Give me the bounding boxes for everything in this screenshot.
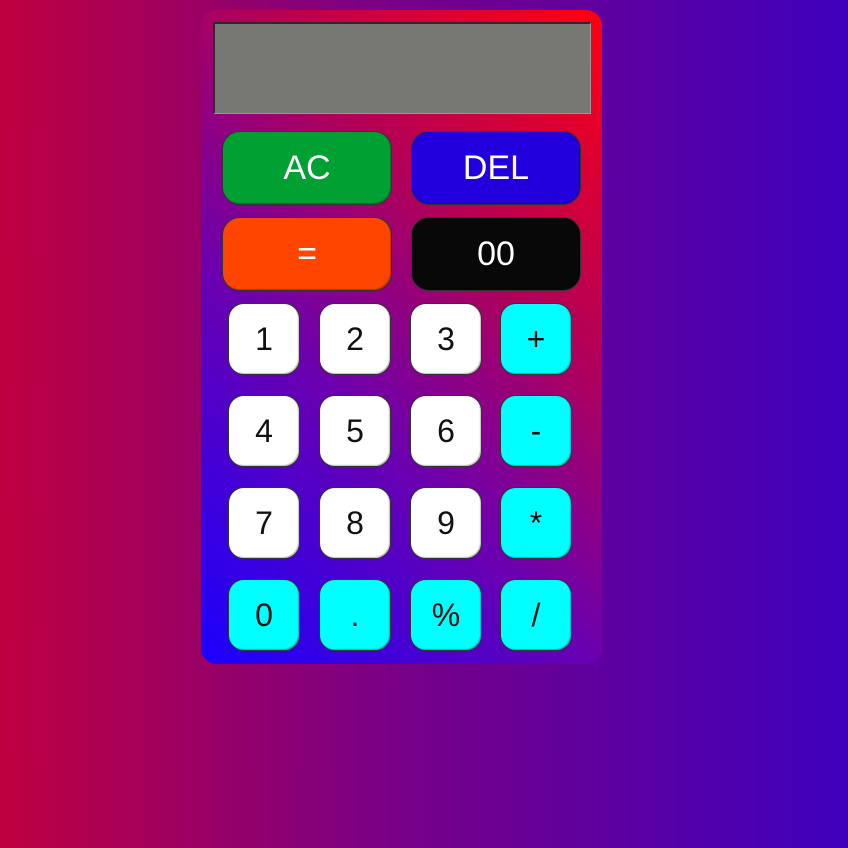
key-6[interactable]: 6 xyxy=(410,395,482,467)
key-7[interactable]: 7 xyxy=(228,487,300,559)
key-3[interactable]: 3 xyxy=(410,303,482,375)
key-2[interactable]: 2 xyxy=(319,303,391,375)
key-8[interactable]: 8 xyxy=(319,487,391,559)
key-plus[interactable]: + xyxy=(500,303,572,375)
key-4[interactable]: 4 xyxy=(228,395,300,467)
key-decimal[interactable]: . xyxy=(319,579,391,651)
calculator-display xyxy=(213,22,591,114)
key-0[interactable]: 0 xyxy=(228,579,300,651)
key-9[interactable]: 9 xyxy=(410,487,482,559)
calculator: AC DEL = 00 1 2 3 + 4 5 6 - 7 8 9 * 0 . … xyxy=(201,10,602,664)
key-5[interactable]: 5 xyxy=(319,395,391,467)
key-percent[interactable]: % xyxy=(410,579,482,651)
delete-button[interactable]: DEL xyxy=(411,131,581,205)
key-minus[interactable]: - xyxy=(500,395,572,467)
key-1[interactable]: 1 xyxy=(228,303,300,375)
key-divide[interactable]: / xyxy=(500,579,572,651)
key-multiply[interactable]: * xyxy=(500,487,572,559)
double-zero-button[interactable]: 00 xyxy=(411,217,581,291)
clear-all-button[interactable]: AC xyxy=(222,131,392,205)
equals-button[interactable]: = xyxy=(222,217,392,291)
